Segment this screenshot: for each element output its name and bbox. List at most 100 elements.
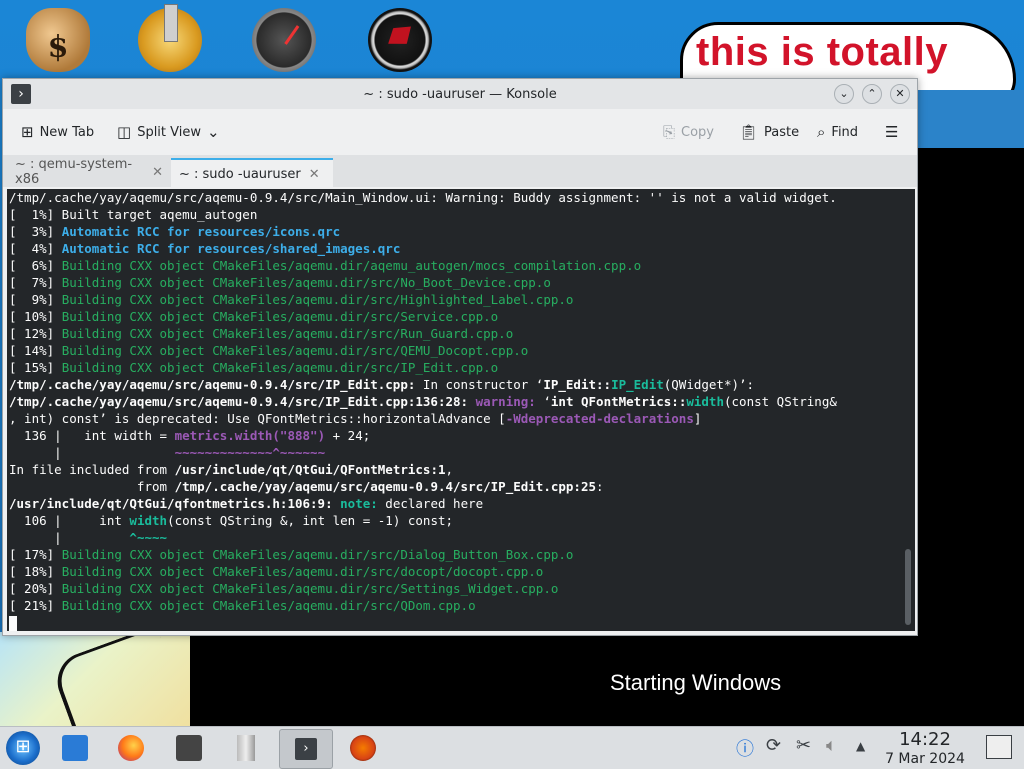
terminal-line: [ 12%] Building CXX object CMakeFiles/aq… <box>9 325 899 342</box>
minimize-button[interactable]: ⌄ <box>834 84 854 104</box>
package-manager-icon[interactable] <box>176 735 202 761</box>
update-icon[interactable]: ⟳ <box>766 735 781 756</box>
paste-icon: 📋︎ <box>739 123 759 141</box>
terminal-text-segment: Building CXX object CMakeFiles/aqemu.dir… <box>61 343 529 358</box>
close-button[interactable]: ✕ <box>890 84 910 104</box>
terminal-text-segment: ‘ <box>535 394 551 409</box>
terminal-line: /usr/include/qt/QtGui/qfontmetrics.h:106… <box>9 495 899 512</box>
close-tab-icon[interactable]: ✕ <box>152 165 163 180</box>
terminal-text-segment: width <box>129 513 168 528</box>
terminal-line: [ 14%] Building CXX object CMakeFiles/aq… <box>9 342 899 359</box>
split-view-icon: ◫ <box>117 123 132 141</box>
terminal-line: , int) const’ is deprecated: Use QFontMe… <box>9 410 899 427</box>
tray-expand-icon[interactable]: ▲ <box>856 739 865 753</box>
konsole-task-icon: › <box>295 738 317 760</box>
speech-bubble-text: this is totally <box>696 30 948 74</box>
file-manager-icon[interactable] <box>62 735 88 761</box>
split-view-label: Split View <box>137 124 201 140</box>
terminal-text-segment: Building CXX object CMakeFiles/aqemu.dir… <box>61 581 559 596</box>
terminal-text-segment: /usr/include/qt/QtGui/QFontMetrics:1 <box>174 462 446 477</box>
terminal-line: [ 3%] Automatic RCC for resources/icons.… <box>9 223 899 240</box>
paste-label: Paste <box>764 124 800 140</box>
volume-icon[interactable]: 🔈︎ <box>826 735 837 756</box>
terminal-text-segment: + 24; <box>325 428 371 443</box>
terminal-text-segment: [ 4%] <box>9 241 62 256</box>
terminal-text-segment: In file included from <box>9 462 175 477</box>
find-button[interactable]: ⌕ Find <box>817 123 858 141</box>
terminal-text-segment: note: <box>340 496 378 511</box>
terminal-line: 106 | int width(const QString &, int len… <box>9 512 899 529</box>
tab-label: ~ : qemu-system-x86 <box>15 157 133 187</box>
info-icon[interactable]: ⓘ <box>736 735 754 761</box>
scissors-icon[interactable]: ✂ <box>796 735 811 756</box>
start-menu-button[interactable] <box>6 731 40 765</box>
terminal-text-segment: Building CXX object CMakeFiles/aqemu.dir… <box>61 292 574 307</box>
terminal-text-segment: (const QString &, int len = -1) const; <box>167 513 454 528</box>
terminal-text-segment: Building CXX object CMakeFiles/aqemu.dir… <box>61 598 476 613</box>
firefox-icon[interactable] <box>118 735 144 761</box>
hamburger-menu-button[interactable]: ☰ <box>885 123 898 141</box>
copy-icon: ⎘ <box>663 123 676 141</box>
terminal-text-segment: IP_Edit <box>611 377 664 392</box>
terminal-line: [ 4%] Automatic RCC for resources/shared… <box>9 240 899 257</box>
terminal-text-segment: (QWidget*)’: <box>663 377 755 392</box>
tab-qemu-system[interactable]: ~ : qemu-system-x86 ✕ <box>7 157 171 187</box>
window-title: ~ : sudo -uauruser — Konsole <box>363 87 557 102</box>
terminal-text-segment: [ 14%] <box>9 343 62 358</box>
konsole-window: › ~ : sudo -uauruser — Konsole ⌄ ⌃ ✕ ⊞ N… <box>2 78 918 636</box>
terminal-text-segment: [ 18%] <box>9 564 62 579</box>
clock[interactable]: 14:22 7 Mar 2024 <box>872 729 978 767</box>
terminal-text-segment: (const QString& <box>724 394 837 409</box>
title-bar[interactable]: › ~ : sudo -uauruser — Konsole ⌄ ⌃ ✕ <box>3 79 917 109</box>
terminal-text-segment: [ 1%] Built target aqemu_autogen <box>9 207 258 222</box>
speedometer-desktop-icon[interactable] <box>252 8 316 72</box>
money-bag-desktop-icon[interactable]: $ <box>26 8 90 72</box>
prompt-line <box>9 614 899 631</box>
terminal-line: [ 9%] Building CXX object CMakeFiles/aqe… <box>9 291 899 308</box>
terminal-text-segment: [ 7%] <box>9 275 62 290</box>
terminal-line: | ^~~~~ <box>9 529 899 546</box>
terminal-line: /tmp/.cache/yay/aqemu/src/aqemu-0.9.4/sr… <box>9 393 899 410</box>
split-view-button[interactable]: ◫ Split View ⌄ <box>117 123 220 141</box>
terminal-line: | ~~~~~~~~~~~~~^~~~~~~ <box>9 444 899 461</box>
konsole-task-button[interactable]: › <box>279 729 333 769</box>
terminal-text-segment: Building CXX object CMakeFiles/aqemu.dir… <box>61 564 544 579</box>
maximize-button[interactable]: ⌃ <box>862 84 882 104</box>
terminal-text-segment: /tmp/.cache/yay/aqemu/src/aqemu-0.9.4/sr… <box>9 394 469 409</box>
terminal-text-segment: /usr/include/qt/QtGui/qfontmetrics.h:106… <box>9 496 333 511</box>
terminal-text-segment: 136 | int width = <box>9 428 175 443</box>
terminal-text-segment: [ 12%] <box>9 326 62 341</box>
show-desktop-button[interactable] <box>986 735 1012 759</box>
new-tab-icon: ⊞ <box>21 123 34 141</box>
terminal-text-segment: IP_Edit:: <box>543 377 612 392</box>
terminal-text-segment: declared here <box>377 496 484 511</box>
copy-button[interactable]: ⎘ Copy <box>663 123 714 141</box>
gear-desktop-icon[interactable] <box>138 4 202 72</box>
new-tab-button[interactable]: ⊞ New Tab <box>21 123 94 141</box>
terminal-scrollbar[interactable] <box>905 549 911 625</box>
terminal-text-segment: from <box>9 479 175 494</box>
red-logo-desktop-icon[interactable] <box>368 8 432 72</box>
find-label: Find <box>831 124 859 140</box>
terminal-line: [ 17%] Building CXX object CMakeFiles/aq… <box>9 546 899 563</box>
terminal-output[interactable]: /tmp/.cache/yay/aqemu/src/aqemu-0.9.4/sr… <box>7 189 915 631</box>
beach-wallpaper-fragment <box>0 632 190 728</box>
terminal-line: /tmp/.cache/yay/aqemu/src/aqemu-0.9.4/sr… <box>9 189 899 206</box>
terminal-text-segment: 106 | int <box>9 513 130 528</box>
terminal-text-segment: ^~~~~ <box>129 530 168 545</box>
terminal-text-segment: Building CXX object CMakeFiles/aqemu.dir… <box>61 275 551 290</box>
close-tab-icon[interactable]: ✕ <box>309 167 320 182</box>
paste-button[interactable]: 📋︎ Paste <box>739 123 799 141</box>
terminal-text-segment: | <box>9 445 175 460</box>
terminal-line: from /tmp/.cache/yay/aqemu/src/aqemu-0.9… <box>9 478 899 495</box>
vm-display-area <box>190 632 1024 728</box>
copy-label: Copy <box>681 124 714 140</box>
qemu-icon[interactable] <box>350 735 376 761</box>
terminal-text-segment: /tmp/.cache/yay/aqemu/src/aqemu-0.9.4/sr… <box>174 479 597 494</box>
tab-bar: ~ : qemu-system-x86 ✕ ~ : sudo -uauruser… <box>3 155 917 188</box>
book-icon[interactable] <box>237 735 255 761</box>
tab-sudo-uauruser[interactable]: ~ : sudo -uauruser ✕ <box>171 158 333 188</box>
terminal-text-segment: [ 21%] <box>9 598 62 613</box>
terminal-line: 136 | int width = metrics.width("888") +… <box>9 427 899 444</box>
